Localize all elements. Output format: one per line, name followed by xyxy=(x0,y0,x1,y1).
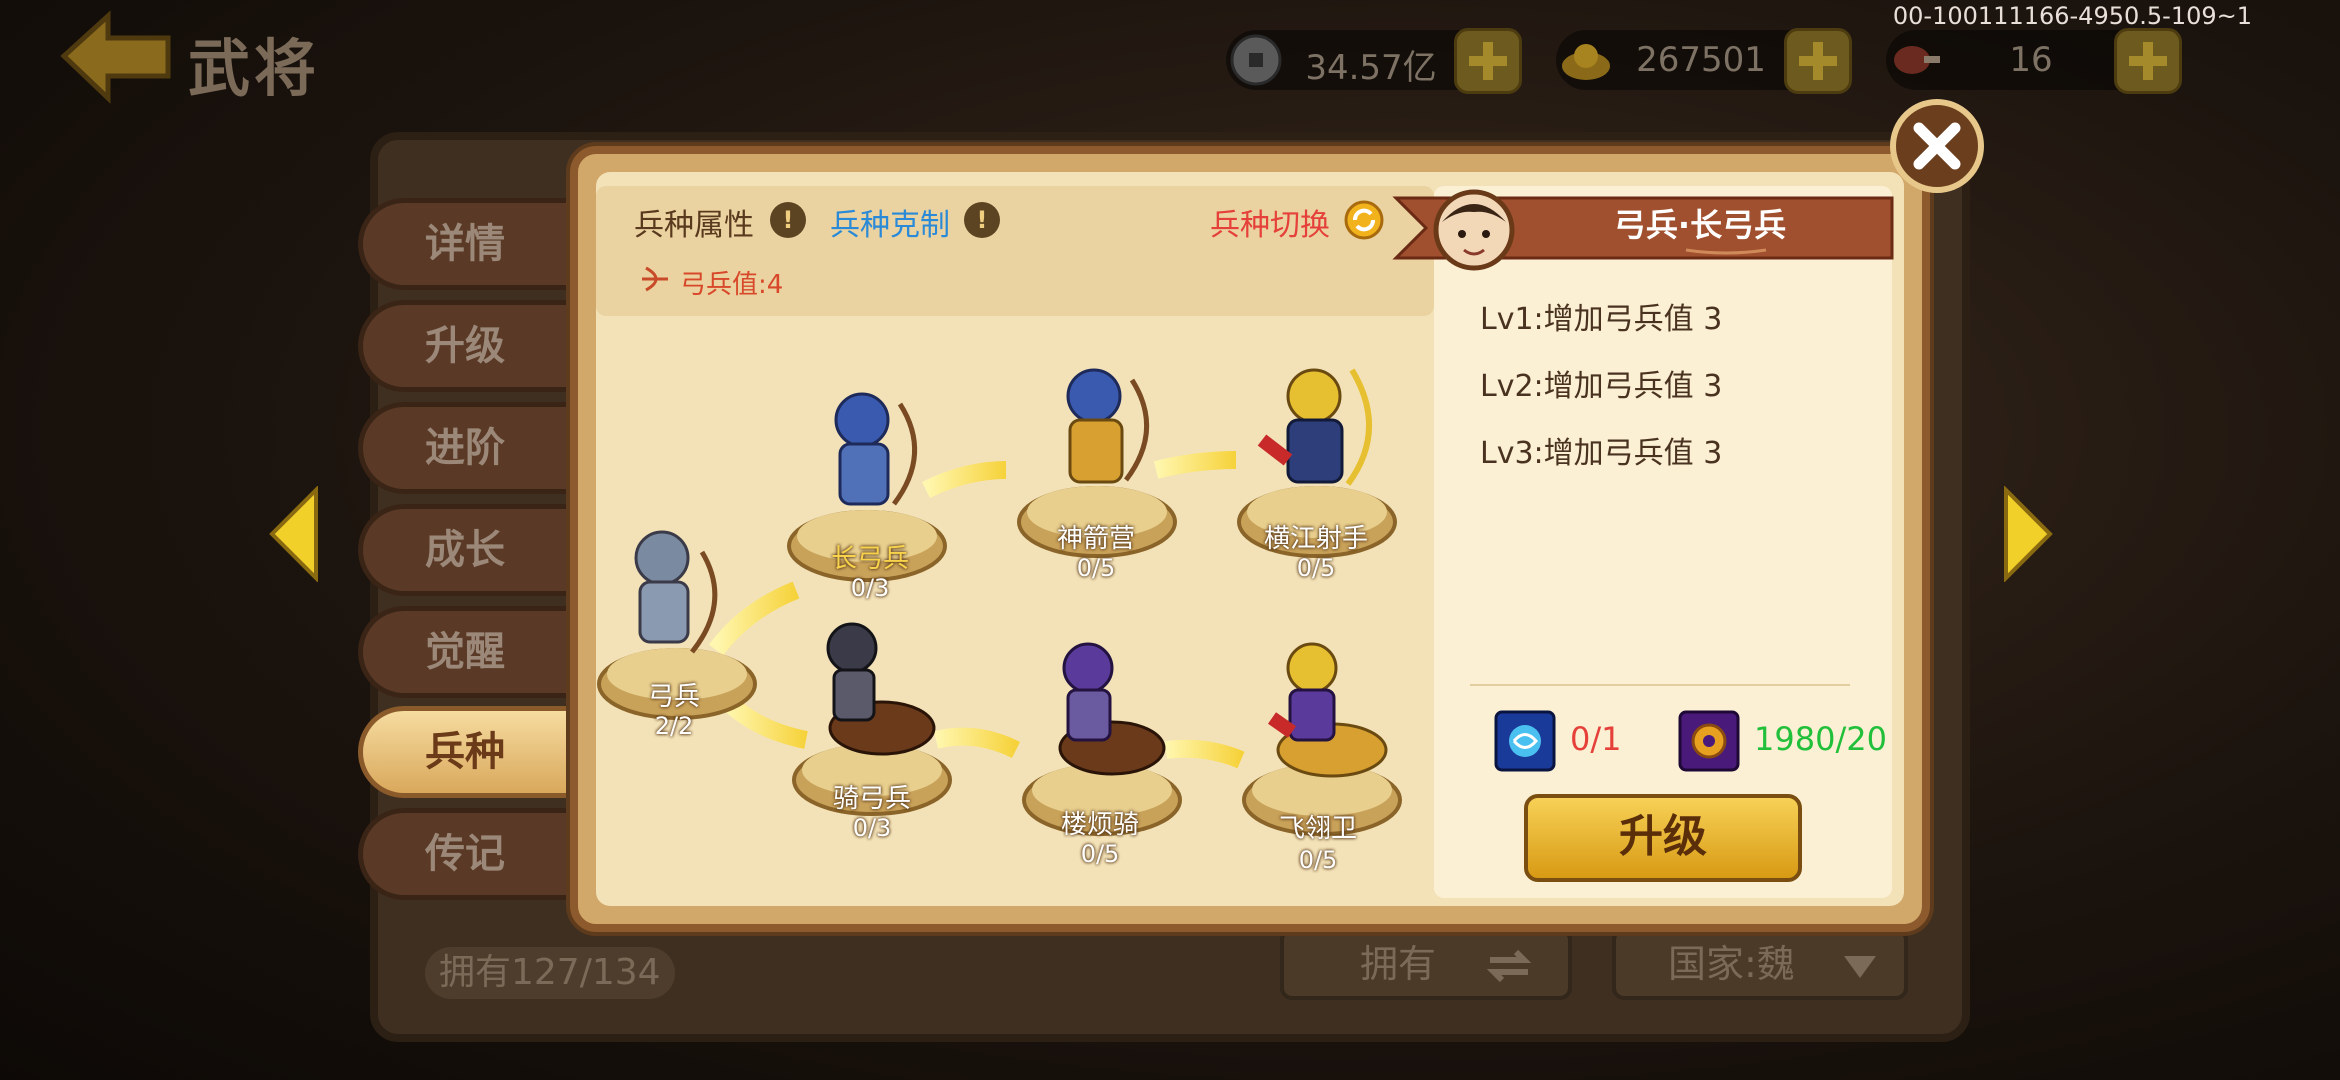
tab-growth[interactable]: 成长 xyxy=(358,504,588,596)
sort-owned-button[interactable]: 拥有 xyxy=(1280,928,1572,1000)
prev-hero-arrow-icon[interactable] xyxy=(266,486,320,582)
page-title: 武将 xyxy=(188,32,321,105)
node-name-divine-arrow: 神箭营 xyxy=(1056,524,1135,554)
owned-count: 拥有127/134 xyxy=(425,947,675,999)
coin-value: 34.57亿 xyxy=(1305,48,1437,88)
add-coin-button[interactable] xyxy=(1454,28,1522,94)
swap-icon xyxy=(1486,949,1532,983)
node-progress-mounted-archer: 0/3 xyxy=(852,814,892,842)
gold-ingot-icon xyxy=(1562,44,1610,80)
node-progress-hengjiang-archer: 0/5 xyxy=(1296,554,1336,582)
troop-attr-label[interactable]: 兵种属性 xyxy=(634,200,754,244)
country-filter-label: 国家:魏 xyxy=(1668,942,1795,986)
country-filter-dropdown[interactable]: 国家:魏 xyxy=(1612,928,1908,1000)
counter-info-icon[interactable]: ! xyxy=(964,202,1000,238)
stamina-value: 16 xyxy=(2009,40,2053,80)
build-id: 00-100111166-4950.5-109~1 xyxy=(1892,2,2252,30)
node-progress-longbow: 0/3 xyxy=(850,574,890,602)
level-effect-1: Lv1:增加弓兵值 3 xyxy=(1480,302,1723,337)
switch-icon[interactable] xyxy=(1344,200,1384,240)
coin-icon xyxy=(1230,34,1282,86)
coin-resource: 34.57亿 xyxy=(1226,28,1522,94)
node-name-longbow: 长弓兵 xyxy=(830,544,909,574)
node-name-loufan-cavalry: 楼烦骑 xyxy=(1060,810,1139,840)
node-progress-archer: 2/2 xyxy=(654,712,694,740)
cost-rune-count: 0/1 xyxy=(1570,720,1622,758)
node-progress-feiling-guard: 0/5 xyxy=(1298,846,1338,874)
back-arrow-icon[interactable] xyxy=(56,8,176,108)
tab-advance[interactable]: 进阶 xyxy=(358,402,588,494)
node-progress-divine-arrow: 0/5 xyxy=(1076,554,1116,582)
close-icon[interactable] xyxy=(1887,96,1987,196)
ingot-resource: 267501 xyxy=(1556,28,1852,94)
node-name-hengjiang-archer: 横江射手 xyxy=(1263,524,1368,554)
cost-gear-count: 1980/20 xyxy=(1754,720,1887,758)
archer-value: 弓兵值:4 xyxy=(680,270,784,300)
level-effect-3: Lv3:增加弓兵值 3 xyxy=(1480,436,1723,471)
troop-counter-label[interactable]: 兵种克制 xyxy=(830,200,950,244)
node-progress-loufan-cavalry: 0/5 xyxy=(1080,840,1120,868)
ingot-value: 267501 xyxy=(1636,40,1766,80)
tab-biography[interactable]: 传记 xyxy=(358,808,588,900)
bow-icon xyxy=(642,266,668,292)
divider xyxy=(1470,684,1850,686)
meat-icon xyxy=(1894,46,1940,74)
node-name-feiling-guard: 飞翎卫 xyxy=(1278,814,1357,844)
tab-troop-type[interactable]: 兵种 xyxy=(358,706,588,798)
level-effect-2: Lv2:增加弓兵值 3 xyxy=(1480,369,1723,404)
stamina-resource: 16 xyxy=(1886,28,2182,94)
add-ingot-button[interactable] xyxy=(1784,28,1852,94)
sort-owned-label: 拥有 xyxy=(1360,942,1437,986)
node-name-archer: 弓兵 xyxy=(647,682,700,712)
avatar xyxy=(1433,189,1515,271)
troop-detail-title: 弓兵·长弓兵 xyxy=(1613,206,1787,244)
troop-switch-label[interactable]: 兵种切换 xyxy=(1210,200,1330,244)
tab-awaken[interactable]: 觉醒 xyxy=(358,606,588,698)
next-hero-arrow-icon[interactable] xyxy=(2002,486,2056,582)
blue-rune-icon[interactable] xyxy=(1494,710,1556,772)
upgrade-button[interactable]: 升级 xyxy=(1524,794,1802,882)
add-stamina-button[interactable] xyxy=(2114,28,2182,94)
purple-gear-icon[interactable] xyxy=(1678,710,1740,772)
attr-info-icon[interactable]: ! xyxy=(770,202,806,238)
chevron-down-icon xyxy=(1844,956,1876,978)
tab-upgrade[interactable]: 升级 xyxy=(358,300,588,392)
node-name-mounted-archer: 骑弓兵 xyxy=(832,784,911,814)
troop-detail-panel xyxy=(1434,186,1892,898)
tab-details[interactable]: 详情 xyxy=(358,198,588,290)
